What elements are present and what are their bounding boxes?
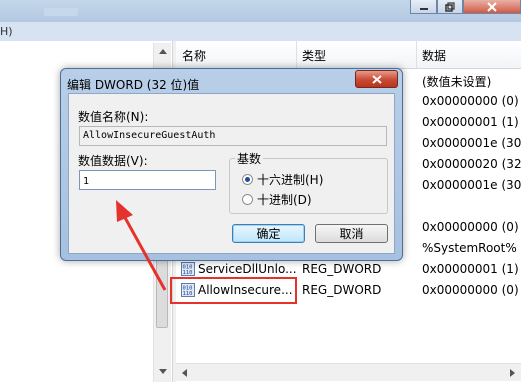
scroll-right-button[interactable] — [504, 364, 521, 381]
radio-hex-label: 十六进制(H) — [257, 173, 324, 187]
radio-dec-label: 十进制(D) — [257, 193, 312, 207]
column-header-type[interactable]: 类型 — [302, 47, 326, 64]
list-item-data: 0x00000000 (0) — [422, 220, 519, 234]
restore-icon — [445, 1, 455, 12]
list-item-type: REG_DWORD — [302, 283, 382, 297]
list-item-data: 0x00000020 (32) — [422, 157, 521, 171]
list-item-type: REG_DWORD — [302, 262, 382, 276]
minimize-icon — [419, 7, 428, 10]
list-item-data: 0x00000001 (1) — [422, 115, 519, 129]
list-item-data: 0x00000001 (1) — [422, 262, 519, 276]
dialog-title: 编辑 DWORD (32 位)值 — [67, 78, 200, 92]
radio-decimal[interactable]: 十进制(D) — [242, 191, 312, 208]
chevron-right-icon — [510, 368, 515, 377]
menu-help-fragment[interactable]: H) — [0, 25, 13, 38]
list-item-name: ServiceDllUnlo... — [198, 262, 296, 276]
list-item-data: (数值未设置) — [422, 75, 492, 89]
list-item-data: 0x00000000 (0) — [422, 283, 519, 297]
reg-dword-icon: 010 110 — [181, 262, 195, 276]
value-data-label: 数值数据(V): — [78, 154, 148, 168]
window-controls — [410, 0, 521, 14]
window-title-blurred — [44, 8, 78, 16]
list-header: 名称 类型 数据 — [176, 41, 521, 69]
list-horizontal-scrollbar[interactable] — [176, 363, 521, 381]
column-separator[interactable] — [416, 41, 417, 68]
ok-button[interactable]: 确定 — [232, 224, 305, 243]
close-icon — [487, 1, 497, 12]
column-header-data[interactable]: 数据 — [422, 47, 446, 64]
radio-hexadecimal[interactable]: 十六进制(H) — [242, 171, 323, 188]
base-label: 基数 — [235, 150, 264, 167]
list-item-data: %SystemRoot% — [422, 241, 517, 255]
value-data-input[interactable] — [79, 170, 216, 190]
menubar: H) — [0, 22, 521, 42]
chevron-down-icon — [158, 369, 167, 374]
window-titlebar — [0, 0, 521, 22]
svg-text:110: 110 — [183, 270, 193, 276]
scroll-up-button[interactable] — [154, 43, 171, 60]
chevron-up-icon — [158, 49, 167, 54]
minimize-button[interactable] — [410, 0, 437, 14]
chevron-left-icon — [182, 368, 187, 377]
edit-dword-dialog: 编辑 DWORD (32 位)值 数值名称(N): AllowInsecureG… — [60, 68, 403, 261]
cancel-button[interactable]: 取消 — [315, 224, 388, 243]
list-item-data: 0x00000000 (0) — [422, 94, 519, 108]
dialog-close-button[interactable] — [355, 70, 398, 88]
dialog-body: 数值名称(N): AllowInsecureGuestAuth 数值数据(V):… — [68, 93, 395, 254]
list-item-data: 0x0000001e (30) — [422, 136, 521, 150]
close-icon — [371, 74, 382, 84]
value-name-label: 数值名称(N): — [78, 110, 149, 124]
scroll-down-button[interactable] — [154, 363, 171, 380]
column-header-name[interactable]: 名称 — [182, 47, 206, 64]
value-name-field: AllowInsecureGuestAuth — [79, 126, 387, 146]
list-item-data: 0x0000001e (30) — [422, 178, 521, 192]
maximize-button[interactable] — [437, 0, 463, 14]
radio-hex-indicator — [242, 174, 253, 185]
highlight-box — [170, 277, 297, 304]
scroll-left-button[interactable] — [176, 364, 193, 381]
radio-dec-indicator — [242, 194, 253, 205]
window-close-button[interactable] — [463, 0, 521, 14]
column-separator[interactable] — [296, 41, 297, 68]
